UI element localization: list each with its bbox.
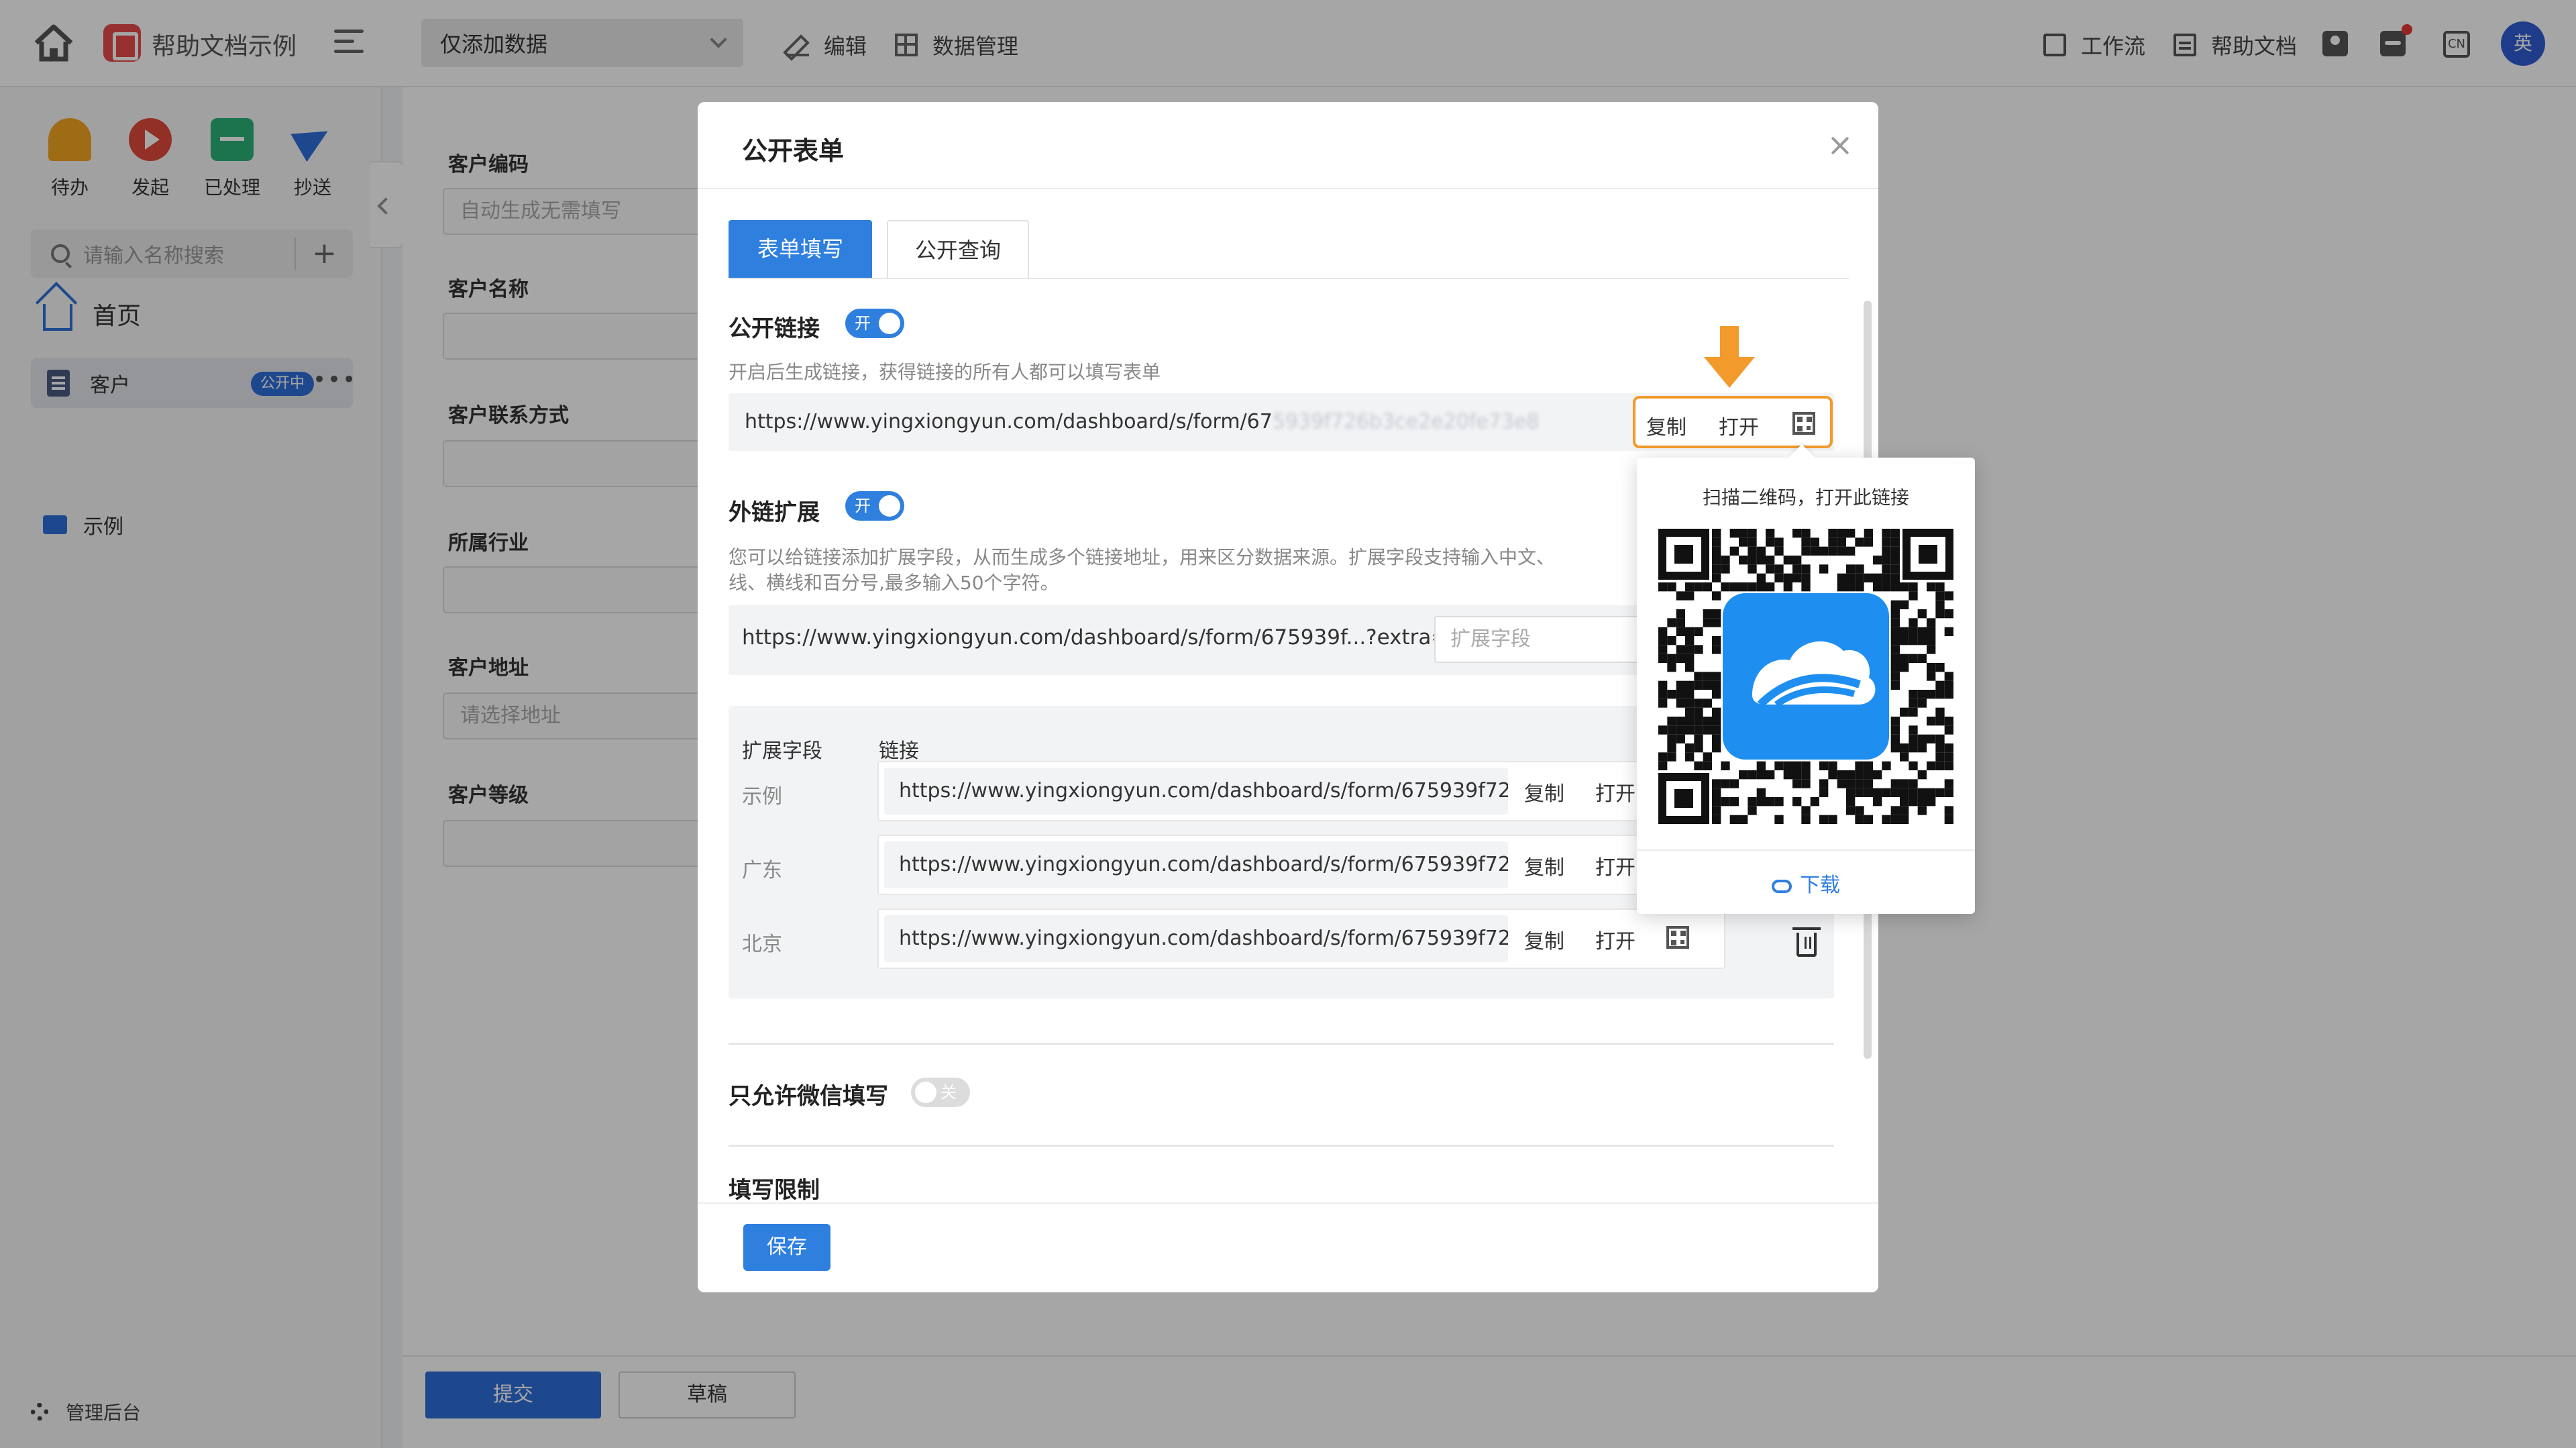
table-row: https://www.yingxiongyun.com/dashboard/s… <box>877 835 1725 895</box>
dialog-header: 公开表单 <box>698 102 1878 189</box>
close-icon[interactable] <box>1829 134 1851 157</box>
public-link-actions: 复制 打开 <box>1633 396 1833 448</box>
save-button[interactable]: 保存 <box>743 1224 830 1271</box>
public-link-title: 公开链接 <box>729 315 820 342</box>
row-url[interactable]: https://www.yingxiongyun.com/dashboard/s… <box>884 915 1508 962</box>
divider <box>1637 849 1975 851</box>
tabs-divider <box>729 278 1849 279</box>
column-header: 扩展字段 <box>742 739 822 763</box>
qr-code-popover: 扫描二维码，打开此链接 下载 <box>1637 458 1975 914</box>
row-field: 广东 <box>742 859 782 882</box>
divider <box>729 1043 1834 1045</box>
download-label: 下载 <box>1800 874 1840 897</box>
tab-public-query[interactable]: 公开查询 <box>887 220 1029 279</box>
qr-code-icon[interactable] <box>1666 926 1689 949</box>
copy-button[interactable]: 复制 <box>1524 851 1564 880</box>
public-link-desc: 开启后生成链接，获得链接的所有人都可以填写表单 <box>729 361 1161 383</box>
copy-button[interactable]: 复制 <box>1646 411 1686 440</box>
fill-limit-title: 填写限制 <box>729 1177 820 1204</box>
open-button[interactable]: 打开 <box>1595 925 1635 954</box>
ext-field-input[interactable]: 扩展字段 <box>1434 616 1649 663</box>
qr-caption: 扫描二维码，打开此链接 <box>1702 486 1909 509</box>
divider <box>729 1145 1834 1147</box>
open-button[interactable]: 打开 <box>1595 777 1635 807</box>
copy-button[interactable]: 复制 <box>1524 777 1564 807</box>
dialog-footer <box>698 1202 1878 1292</box>
open-button[interactable]: 打开 <box>1719 411 1759 440</box>
public-link-url-masked: 5939f726b3ce2e20fe73e8 <box>1272 410 1540 433</box>
row-url[interactable]: https://www.yingxiongyun.com/dashboard/s… <box>884 768 1508 815</box>
public-link-toggle[interactable]: 开 <box>845 309 904 338</box>
ext-title: 外链扩展 <box>729 499 820 526</box>
ext-desc-line1: 您可以给链接添加扩展字段，从而生成多个链接地址，用来区分数据来源。扩展字段支持输… <box>729 546 1556 568</box>
trash-icon[interactable] <box>1792 927 1821 957</box>
row-field: 示例 <box>742 785 782 809</box>
ext-desc-line2: 线、横线和百分号,最多输入50个字符。 <box>729 572 1059 594</box>
table-row: https://www.yingxiongyun.com/dashboard/s… <box>877 761 1725 821</box>
arrow-down-icon <box>1704 326 1755 389</box>
row-url[interactable]: https://www.yingxiongyun.com/dashboard/s… <box>884 841 1508 888</box>
ext-url-prefix: https://www.yingxiongyun.com/dashboard/s… <box>742 625 1449 650</box>
row-field: 北京 <box>742 933 782 956</box>
dialog-title: 公开表单 <box>742 136 845 166</box>
table-row: https://www.yingxiongyun.com/dashboard/s… <box>877 909 1725 969</box>
column-header: 链接 <box>879 739 919 763</box>
download-button[interactable]: 下载 <box>1637 868 1975 898</box>
tab-form-fill[interactable]: 表单填写 <box>729 220 872 279</box>
qr-code-image <box>1658 529 1953 824</box>
wechat-only-title: 只允许微信填写 <box>729 1083 888 1110</box>
cloud-download-icon <box>1772 879 1792 893</box>
copy-button[interactable]: 复制 <box>1524 925 1564 954</box>
open-button[interactable]: 打开 <box>1595 851 1635 880</box>
qr-code-icon[interactable] <box>1792 412 1815 435</box>
ext-toggle[interactable]: 开 <box>845 491 904 521</box>
public-link-url: https://www.yingxiongyun.com/dashboard/s… <box>745 410 1273 433</box>
wechat-only-toggle[interactable]: 关 <box>911 1078 970 1107</box>
